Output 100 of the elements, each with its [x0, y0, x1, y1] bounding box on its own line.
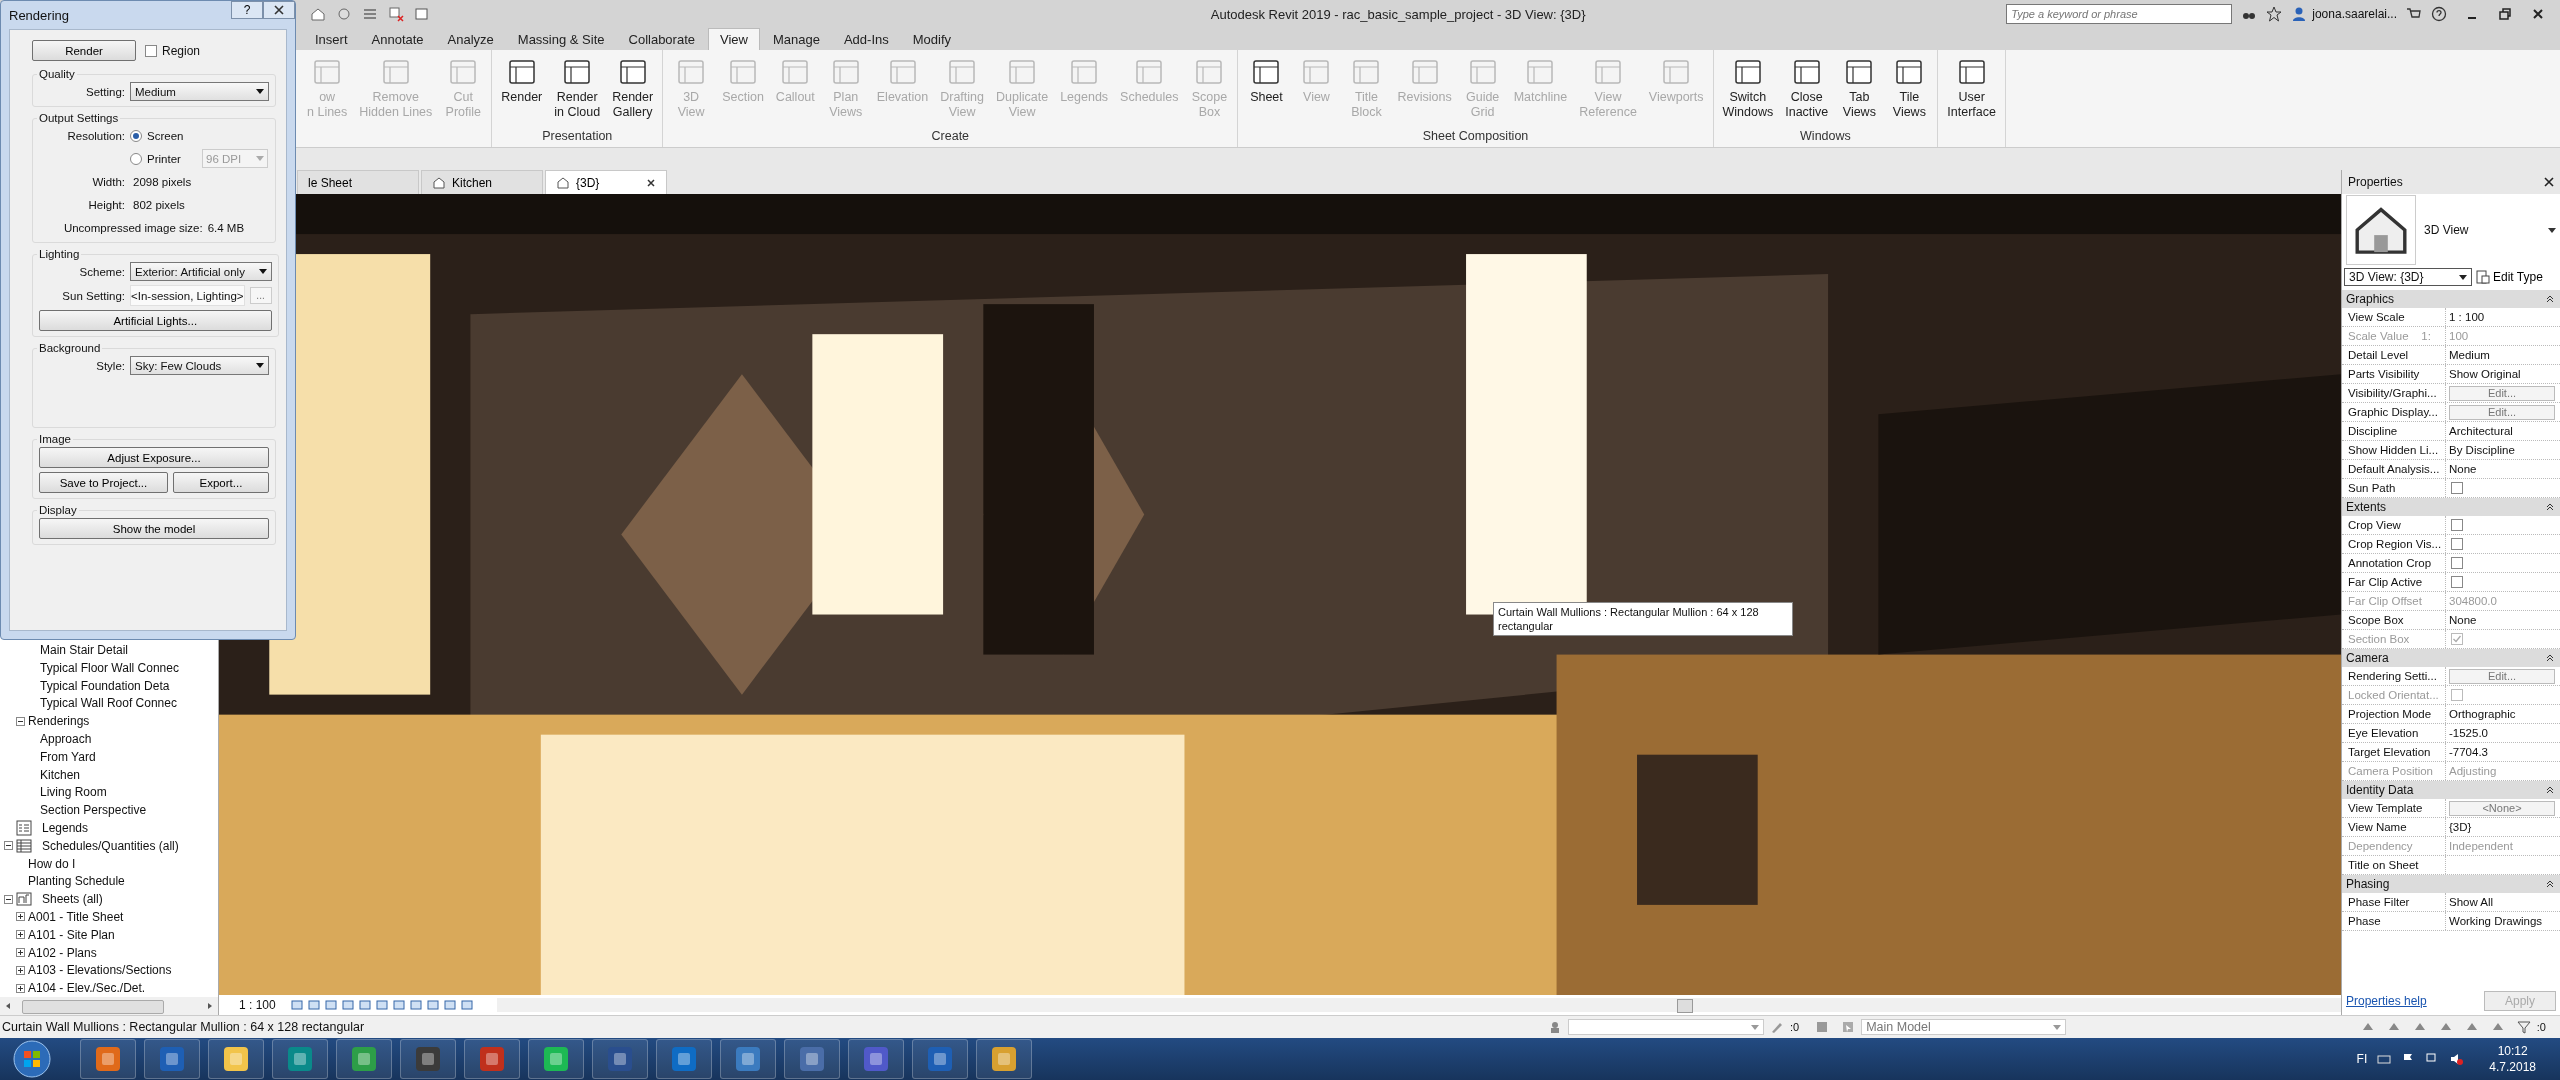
view-control-icon[interactable] [358, 998, 372, 1012]
taskbar-app-icon[interactable] [784, 1039, 840, 1079]
browser-item[interactable]: Approach [40, 731, 92, 746]
user-name[interactable]: joona.saarelai... [2312, 7, 2397, 21]
keyboard-icon[interactable] [2377, 1052, 2392, 1066]
expander-icon[interactable] [4, 894, 13, 904]
browser-item[interactable]: A103 - Elevations/Sections [28, 963, 172, 978]
ribbon-tool[interactable]: Tile Views [1885, 52, 1934, 129]
view-scale[interactable]: 1 : 100 [239, 998, 287, 1012]
help-icon[interactable] [2431, 6, 2447, 22]
edit-button[interactable]: Edit... [2449, 404, 2555, 420]
collapse-icon[interactable] [2546, 786, 2554, 794]
edit-button[interactable]: Edit... [2449, 668, 2555, 684]
view-tab[interactable]: {3D} [545, 170, 667, 194]
checkbox[interactable] [2451, 538, 2463, 550]
property-value[interactable]: 1 : 100 [2449, 311, 2485, 323]
collapse-icon[interactable] [2546, 654, 2554, 662]
browser-item[interactable]: Legends [42, 820, 89, 835]
property-value[interactable]: Architectural [2449, 425, 2513, 437]
list-icon[interactable] [362, 6, 378, 22]
view-control-icon[interactable] [409, 998, 423, 1012]
scrollbar-thumb[interactable] [22, 1000, 164, 1014]
edit-type-button[interactable]: Edit Type [2476, 270, 2543, 284]
filter-icon[interactable] [2516, 1020, 2531, 1034]
browser-item[interactable]: A104 - Elev./Sec./Det. [28, 981, 146, 996]
expander-icon[interactable] [16, 930, 25, 940]
properties-help-link[interactable]: Properties help [2346, 994, 2427, 1008]
ribbon-tool[interactable]: Sheet [1242, 52, 1291, 129]
radio-button[interactable] [130, 129, 142, 142]
browse-button[interactable]: ... [249, 287, 272, 304]
browser-item[interactable]: A101 - Site Plan [28, 927, 115, 942]
view-control-icon[interactable] [307, 998, 321, 1012]
property-value[interactable]: {3D} [2449, 821, 2472, 833]
cursor-icon[interactable] [1841, 1020, 1856, 1034]
taskbar-app-icon[interactable] [144, 1039, 200, 1079]
ribbon-tool[interactable]: Render in Cloud [549, 52, 606, 129]
radio-label[interactable]: Printer [147, 152, 189, 165]
scheme-dropdown[interactable]: Exterior: Artificial only [130, 262, 272, 281]
property-value[interactable]: Show All [2449, 896, 2494, 908]
checkbox[interactable] [2451, 557, 2463, 569]
view-tab[interactable]: le Sheet [297, 170, 419, 194]
view-dropdown[interactable]: 3D View: {3D} [2344, 268, 2472, 286]
view-control-icon[interactable] [324, 998, 338, 1012]
ribbon-tool[interactable]: Render Gallery [607, 52, 659, 129]
view-control-icon[interactable] [443, 998, 457, 1012]
taskbar-app-icon[interactable] [272, 1039, 328, 1079]
property-value[interactable]: None [2449, 463, 2477, 475]
browser-item[interactable]: Schedules/Quantities (all) [42, 838, 179, 853]
editing-icon[interactable] [1770, 1020, 1784, 1034]
taskbar-app-icon[interactable] [848, 1039, 904, 1079]
property-value[interactable]: -7704.3 [2449, 746, 2488, 758]
close-hidden-icon[interactable] [388, 6, 404, 22]
taskbar-app-icon[interactable] [976, 1039, 1032, 1079]
radio-button[interactable] [130, 152, 142, 165]
property-value[interactable]: Show Original [2449, 368, 2521, 380]
speaker-muted-icon[interactable] [2449, 1052, 2464, 1066]
save-to-project-button[interactable]: Save to Project... [39, 472, 168, 493]
edit-button[interactable]: Edit... [2449, 385, 2555, 401]
taskbar-app-icon[interactable] [720, 1039, 776, 1079]
expander-icon[interactable] [16, 912, 25, 922]
expander-icon[interactable] [16, 965, 25, 975]
browser-item[interactable]: Main Stair Detail [40, 642, 129, 657]
render-button[interactable]: Render [32, 40, 136, 61]
model-dropdown[interactable]: Main Model [1861, 1019, 2067, 1035]
property-value[interactable]: Working Drawings [2449, 915, 2543, 927]
browser-item[interactable]: How do I [28, 856, 76, 871]
property-value[interactable]: Orthographic [2449, 708, 2516, 720]
taskbar-app-icon[interactable] [464, 1039, 520, 1079]
ribbon-tab[interactable]: View [708, 28, 760, 50]
ribbon-tool[interactable]: Render [496, 52, 548, 129]
quality-dropdown[interactable]: Medium [130, 82, 269, 101]
ribbon-tab[interactable]: Massing & Site [506, 28, 616, 50]
browser-item[interactable]: Typical Floor Wall Connec [40, 660, 179, 675]
view-control-icon[interactable] [341, 998, 355, 1012]
view-tab[interactable]: Kitchen [421, 170, 543, 194]
expander-icon[interactable] [16, 948, 25, 957]
browser-item[interactable]: Renderings [28, 714, 90, 729]
taskbar-app-icon[interactable] [528, 1039, 584, 1079]
browser-item[interactable]: From Yard [40, 749, 96, 764]
ribbon-tab[interactable]: Modify [901, 28, 963, 50]
expander-icon[interactable] [4, 841, 13, 851]
expander-icon[interactable] [16, 983, 25, 993]
taskbar-app-icon[interactable] [80, 1039, 136, 1079]
close-icon[interactable] [646, 177, 656, 188]
browser-item[interactable]: Section Perspective [40, 803, 147, 818]
start-button[interactable] [12, 1039, 52, 1079]
clock-date[interactable]: 4.7.2018 [2489, 1059, 2536, 1075]
artificial-lights-button[interactable]: Artificial Lights... [39, 310, 272, 331]
close-button[interactable] [263, 1, 295, 19]
browser-item[interactable]: A102 - Plans [28, 945, 97, 960]
checkbox[interactable] [145, 44, 157, 57]
taskbar-app-icon[interactable] [336, 1039, 392, 1079]
taskbar-app-icon[interactable] [912, 1039, 968, 1079]
collapse-icon[interactable] [2546, 880, 2554, 888]
export-button[interactable]: Export... [172, 472, 269, 493]
taskbar-app-icon[interactable] [656, 1039, 712, 1079]
view-control-icon[interactable] [375, 998, 389, 1012]
background-dropdown[interactable]: Sky: Few Clouds [130, 356, 269, 375]
ribbon-tab[interactable]: Collaborate [617, 28, 706, 50]
taskbar-app-icon[interactable] [208, 1039, 264, 1079]
